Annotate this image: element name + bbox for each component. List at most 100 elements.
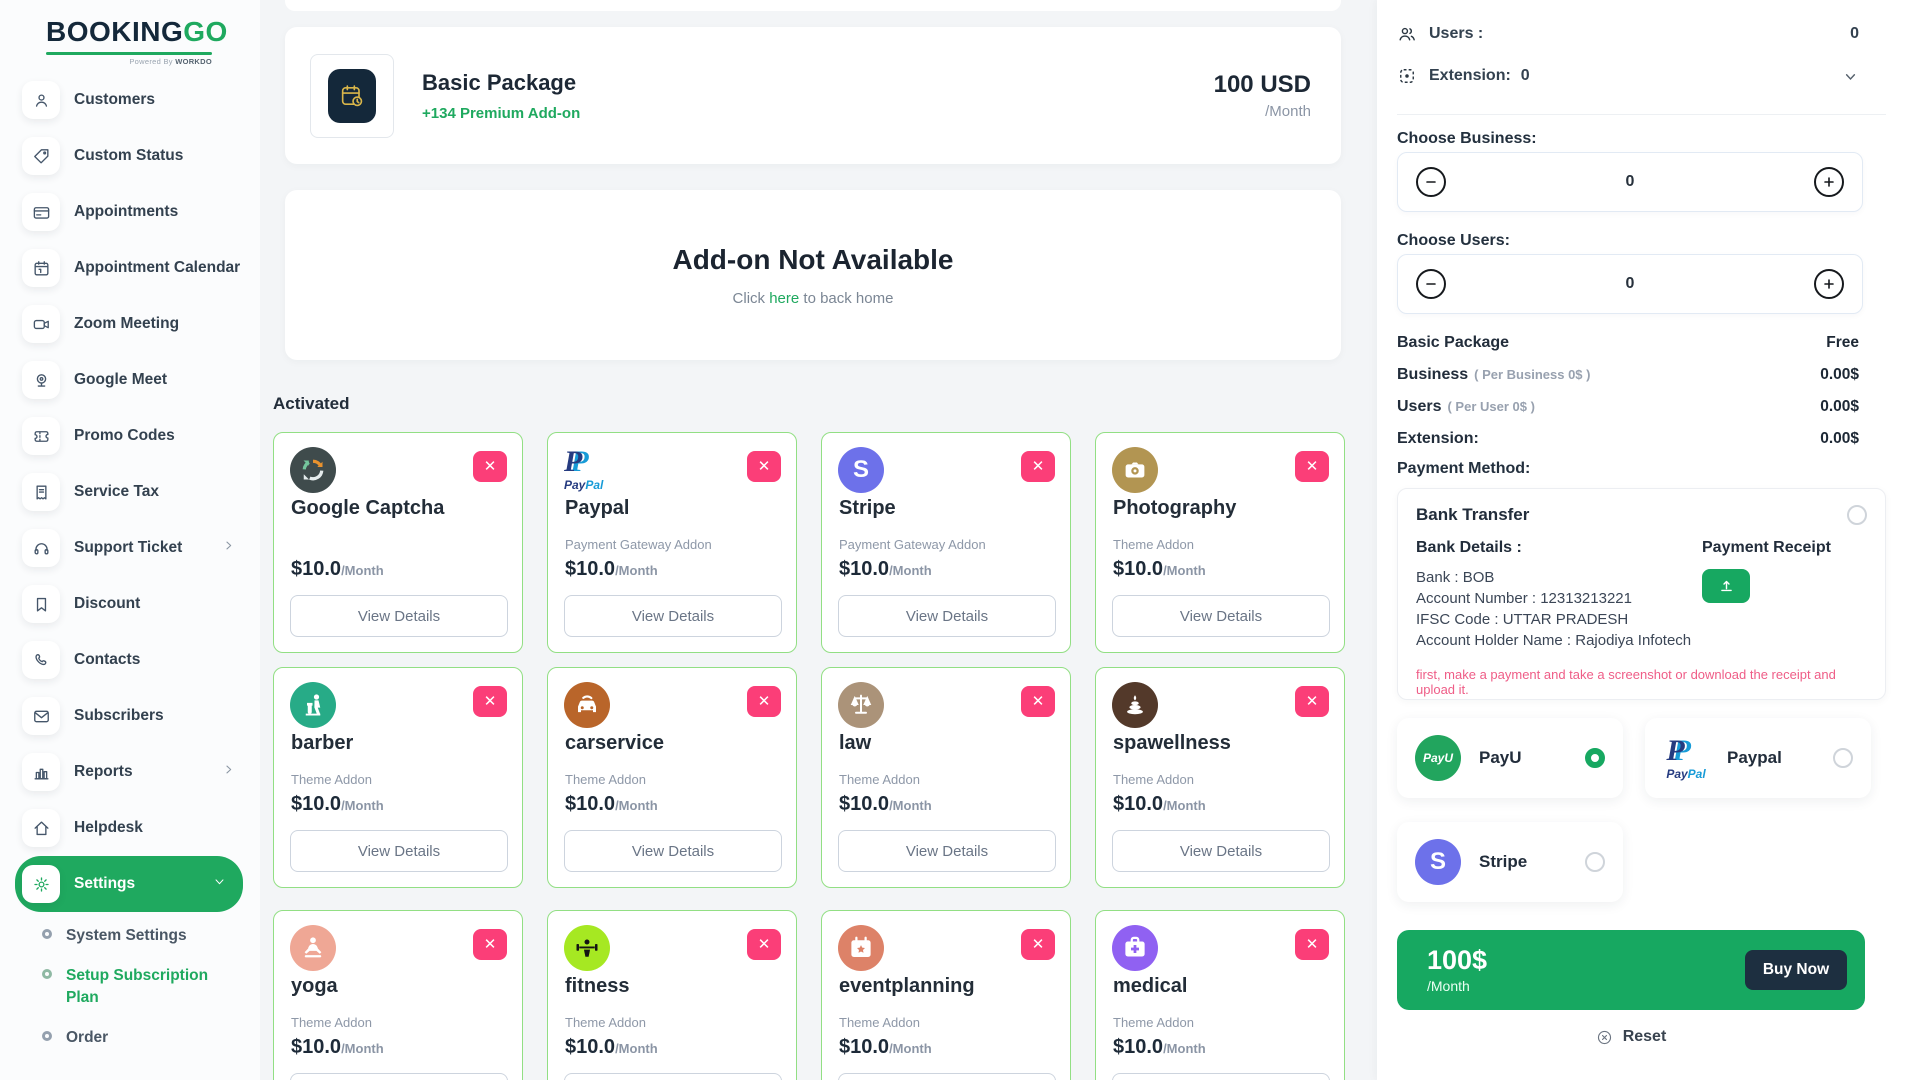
sidebar-item-reports[interactable]: Reports	[0, 744, 260, 800]
summary-row-basic-package: Basic Package Free	[1397, 334, 1859, 351]
fitness-icon	[564, 925, 610, 971]
users-count: 0	[1625, 275, 1635, 292]
sidebar-item-contacts[interactable]: Contacts	[0, 632, 260, 688]
submenu-item-system-settings[interactable]: System Settings	[0, 916, 260, 956]
view-details-button[interactable]: View Details	[1112, 595, 1330, 637]
bank-name: Bank : BOB	[1416, 569, 1495, 586]
sidebar-item-service-tax[interactable]: Service Tax	[0, 464, 260, 520]
view-details-button[interactable]: View Details	[564, 830, 782, 872]
sidebar-menu: Customers Custom Status Appointments App…	[0, 72, 260, 912]
users-plus-button[interactable]	[1814, 269, 1844, 299]
premium-addon-count[interactable]: +134 Premium Add-on	[422, 105, 1214, 122]
subscription-panel: Users : 0 Extension: 0 Choose Business: …	[1377, 0, 1920, 1080]
sidebar-item-discount[interactable]: Discount	[0, 576, 260, 632]
remove-addon-button[interactable]: ✕	[473, 929, 507, 960]
sidebar-item-custom-status[interactable]: Custom Status	[0, 128, 260, 184]
medical-icon	[1112, 925, 1158, 971]
method-card-stripe[interactable]: S Stripe	[1397, 822, 1623, 902]
addon-card-fitness: ✕ fitness Theme Addon $10.0/Month View D…	[547, 910, 797, 1080]
total-period: /Month	[1427, 977, 1470, 994]
sidebar-item-appointments[interactable]: Appointments	[0, 184, 260, 240]
submenu-bullet-icon	[42, 1031, 52, 1041]
remove-addon-button[interactable]: ✕	[747, 929, 781, 960]
method-card-paypal[interactable]: PP PayPal Paypal	[1645, 718, 1871, 798]
brand-logo[interactable]: BOOKINGGO Powered By WORKDO	[46, 16, 228, 66]
remove-addon-button[interactable]: ✕	[1021, 929, 1055, 960]
view-details-button[interactable]: View Details	[290, 830, 508, 872]
addon-card-photography: ✕ Photography Theme Addon $10.0/Month Vi…	[1095, 432, 1345, 653]
submenu-item-order[interactable]: Order	[0, 1018, 260, 1058]
remove-addon-button[interactable]: ✕	[1295, 686, 1329, 717]
sidebar-item-appointment-calendar[interactable]: Appointment Calendar	[0, 240, 260, 296]
view-details-button[interactable]: View Details	[290, 595, 508, 637]
stripe-icon: S	[838, 447, 884, 493]
bank-details-label: Bank Details :	[1416, 539, 1522, 556]
chevron-down-icon[interactable]	[1842, 68, 1859, 85]
stripe-radio[interactable]	[1585, 852, 1605, 872]
sidebar-item-promo-codes[interactable]: Promo Codes	[0, 408, 260, 464]
tag-icon	[22, 137, 60, 175]
view-details-button[interactable]: View Details	[290, 1073, 508, 1080]
remove-addon-button[interactable]: ✕	[1021, 451, 1055, 482]
addon-card-paypal: PP PayPal ✕ Paypal Payment Gateway Addon …	[547, 432, 797, 653]
brand-name: BOOKINGGO	[46, 16, 228, 47]
view-details-button[interactable]: View Details	[564, 1073, 782, 1080]
sidebar-item-support-ticket[interactable]: Support Ticket	[0, 520, 260, 576]
addon-price: $10.0/Month	[291, 1036, 384, 1058]
sidebar-item-customers[interactable]: Customers	[0, 72, 260, 128]
addon-price: $10.0/Month	[839, 1036, 932, 1058]
remove-addon-button[interactable]: ✕	[473, 686, 507, 717]
extension-row[interactable]: Extension: 0	[1397, 66, 1859, 86]
view-details-button[interactable]: View Details	[1112, 830, 1330, 872]
business-count: 0	[1625, 173, 1635, 190]
back-home-link[interactable]: here	[769, 290, 799, 307]
upload-receipt-button[interactable]	[1702, 569, 1750, 603]
photography-icon	[1112, 447, 1158, 493]
addon-card-stripe: S ✕ Stripe Payment Gateway Addon $10.0/M…	[821, 432, 1071, 653]
method-card-payu[interactable]: PayU PayU	[1397, 718, 1623, 798]
payu-radio[interactable]	[1585, 748, 1605, 768]
view-details-button[interactable]: View Details	[838, 1073, 1056, 1080]
business-minus-button[interactable]	[1416, 167, 1446, 197]
view-details-button[interactable]: View Details	[838, 595, 1056, 637]
google-captcha-icon	[290, 447, 336, 493]
calendar-icon	[22, 249, 60, 287]
paypal-radio[interactable]	[1833, 748, 1853, 768]
bank-transfer-radio[interactable]	[1847, 505, 1867, 525]
remove-addon-button[interactable]: ✕	[747, 686, 781, 717]
extension-label: Extension:	[1429, 67, 1511, 84]
package-icon-frame	[310, 53, 394, 138]
view-details-button[interactable]: View Details	[564, 595, 782, 637]
bank-transfer-note: first, make a payment and take a screens…	[1416, 667, 1836, 697]
addon-card-eventplanning: ✕ eventplanning Theme Addon $10.0/Month …	[821, 910, 1071, 1080]
addon-card-spawellness: ✕ spawellness Theme Addon $10.0/Month Vi…	[1095, 667, 1345, 888]
account-holder-name: Account Holder Name : Rajodiya Infotech	[1416, 632, 1692, 649]
barber-icon	[290, 682, 336, 728]
extension-value: 0	[1520, 67, 1530, 84]
remove-addon-button[interactable]: ✕	[1295, 929, 1329, 960]
sidebar-item-zoom-meeting[interactable]: Zoom Meeting	[0, 296, 260, 352]
users-minus-button[interactable]	[1416, 269, 1446, 299]
view-details-button[interactable]: View Details	[1112, 1073, 1330, 1080]
account-number: Account Number : 12313213221	[1416, 590, 1632, 607]
stripe-icon: S	[1415, 839, 1461, 885]
upload-icon	[1720, 580, 1732, 591]
home-icon	[22, 809, 60, 847]
reset-button[interactable]: Reset	[1397, 1028, 1865, 1046]
sidebar-item-settings[interactable]: Settings	[15, 856, 243, 912]
receipt-icon	[22, 473, 60, 511]
sidebar-item-helpdesk[interactable]: Helpdesk	[0, 800, 260, 856]
remove-addon-button[interactable]: ✕	[1295, 451, 1329, 482]
sidebar-item-google-meet[interactable]: Google Meet	[0, 352, 260, 408]
gear-icon	[22, 865, 60, 903]
payment-method-label: Payment Method:	[1397, 460, 1531, 477]
remove-addon-button[interactable]: ✕	[747, 451, 781, 482]
submenu-item-setup-subscription-plan[interactable]: Setup Subscription Plan	[0, 956, 260, 1018]
remove-addon-button[interactable]: ✕	[1021, 686, 1055, 717]
view-details-button[interactable]: View Details	[838, 830, 1056, 872]
buy-now-button[interactable]: Buy Now	[1745, 950, 1847, 990]
sidebar-item-subscribers[interactable]: Subscribers	[0, 688, 260, 744]
remove-addon-button[interactable]: ✕	[473, 451, 507, 482]
business-plus-button[interactable]	[1814, 167, 1844, 197]
paypal-icon: PP PayPal	[1663, 735, 1709, 781]
